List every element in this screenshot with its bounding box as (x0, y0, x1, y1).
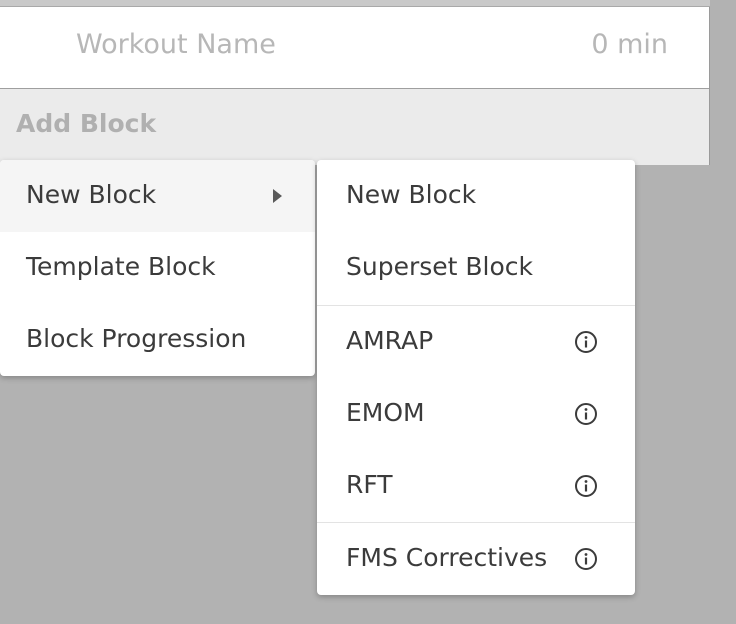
chevron-right-icon (273, 189, 282, 203)
submenu-item-label: FMS Correctives (346, 543, 548, 572)
submenu-item-fms-correctives[interactable]: FMS Correctives (317, 523, 635, 595)
workout-duration: 0 min (591, 29, 668, 60)
add-block-button[interactable]: Add Block (0, 89, 709, 165)
submenu-item-new-block[interactable]: New Block (317, 160, 635, 232)
add-block-menu: New Block Template Block Block Progressi… (0, 160, 315, 376)
info-icon[interactable] (574, 547, 598, 571)
add-block-label: Add Block (16, 109, 157, 138)
info-icon[interactable] (574, 474, 598, 498)
panel-top-strip (0, 0, 710, 7)
submenu-item-rft[interactable]: RFT (317, 450, 635, 522)
menu-item-block-progression[interactable]: Block Progression (0, 304, 315, 376)
submenu-item-label: AMRAP (346, 326, 434, 355)
workout-name-field[interactable]: Workout Name (76, 29, 276, 60)
submenu-item-label: New Block (346, 180, 477, 209)
menu-item-template-block[interactable]: Template Block (0, 232, 315, 304)
submenu-item-label: EMOM (346, 398, 425, 427)
submenu-item-label: Superset Block (346, 252, 534, 281)
workout-panel: Workout Name 0 min Add Block (0, 0, 710, 165)
info-icon[interactable] (574, 402, 598, 426)
menu-item-label: Block Progression (26, 324, 247, 353)
submenu-item-emom[interactable]: EMOM (317, 378, 635, 450)
info-icon[interactable] (574, 330, 598, 354)
new-block-submenu: New Block Superset Block AMRAP EMOM RFT … (317, 160, 635, 595)
menu-item-label: Template Block (26, 252, 216, 281)
workout-row[interactable]: Workout Name 0 min (0, 7, 709, 89)
submenu-item-superset-block[interactable]: Superset Block (317, 232, 635, 304)
submenu-item-label: RFT (346, 470, 393, 499)
menu-item-new-block[interactable]: New Block (0, 160, 315, 232)
submenu-item-amrap[interactable]: AMRAP (317, 306, 635, 378)
menu-item-label: New Block (26, 180, 157, 209)
